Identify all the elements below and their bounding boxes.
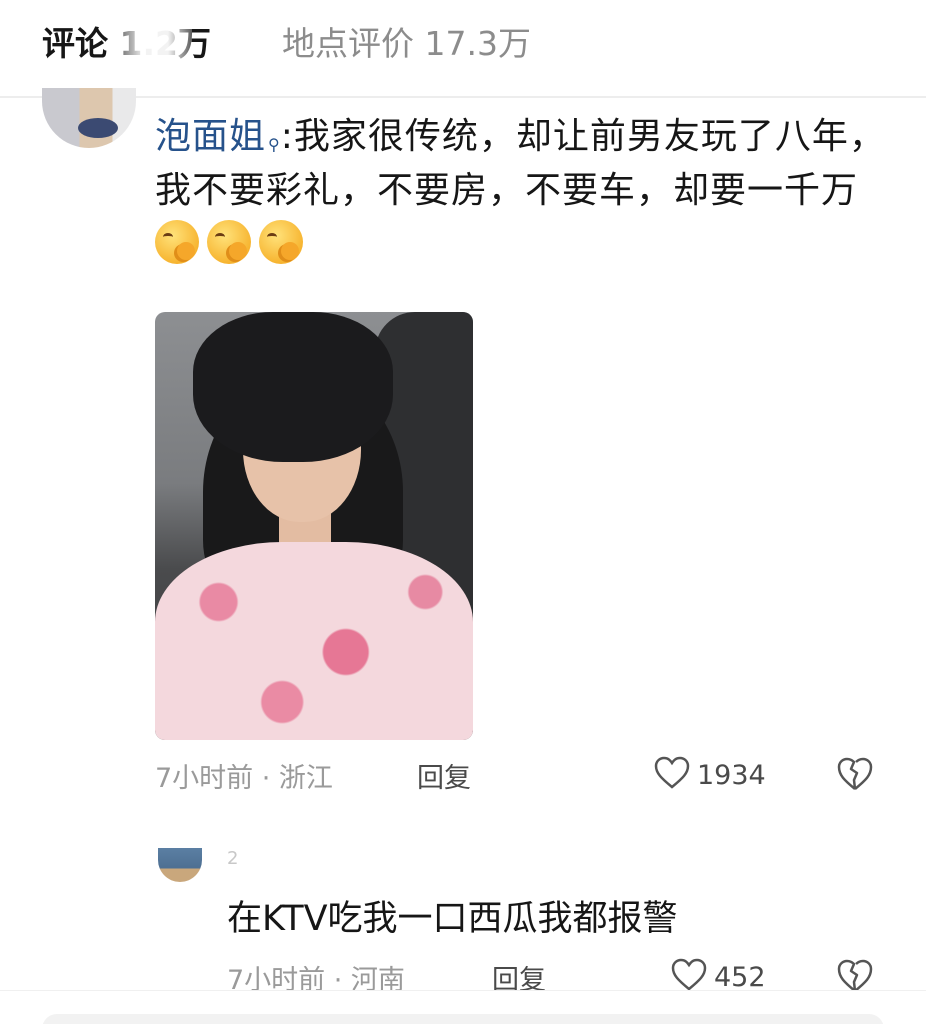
comment-meta: 7小时前 · 浙江 回复 1934 xyxy=(155,756,895,796)
reply-username[interactable]: 2 xyxy=(227,848,238,869)
hand-over-mouth-emoji-icon xyxy=(259,220,303,264)
reply-like-count: 452 xyxy=(714,962,766,993)
broken-heart-icon xyxy=(837,959,873,992)
reply-avatar[interactable] xyxy=(158,848,202,882)
comment-body: 泡面姐 ⚲:我家很传统，却让前男友玩了八年，我不要彩礼，不要房，不要车，却要一千万 xyxy=(155,110,895,272)
comment-text-block: 泡面姐 ⚲:我家很传统，却让前男友玩了八年，我不要彩礼，不要房，不要车，却要一千万 xyxy=(155,110,895,272)
avatar[interactable] xyxy=(42,88,136,148)
reply-like-button[interactable]: 452 xyxy=(670,958,766,993)
tab-count-obscured xyxy=(112,26,192,66)
heart-icon xyxy=(671,958,707,991)
broken-heart-icon xyxy=(837,757,873,790)
heart-icon xyxy=(654,756,690,789)
hand-over-mouth-emoji-icon xyxy=(207,220,251,264)
tab-divider xyxy=(0,96,926,98)
like-count: 1934 xyxy=(697,760,766,791)
comment-input[interactable] xyxy=(42,1014,884,1024)
comment-image[interactable] xyxy=(155,312,473,740)
search-icon[interactable]: ⚲ xyxy=(268,135,281,154)
username[interactable]: 泡面姐 xyxy=(155,116,266,157)
comment-time-location: 7小时前 · 浙江 xyxy=(155,763,333,794)
tab-place-reviews[interactable]: 地点评价 17.3万 xyxy=(282,22,531,66)
hand-over-mouth-emoji-icon xyxy=(155,220,199,264)
reply-button[interactable]: 回复 xyxy=(417,756,471,795)
dislike-button[interactable] xyxy=(835,756,875,799)
tab-bar: 评论 1.2万 地点评价 17.3万 xyxy=(0,0,926,96)
like-button[interactable]: 1934 xyxy=(653,756,766,791)
reply-text: 在KTV吃我一口西瓜我都报警 xyxy=(227,899,678,939)
